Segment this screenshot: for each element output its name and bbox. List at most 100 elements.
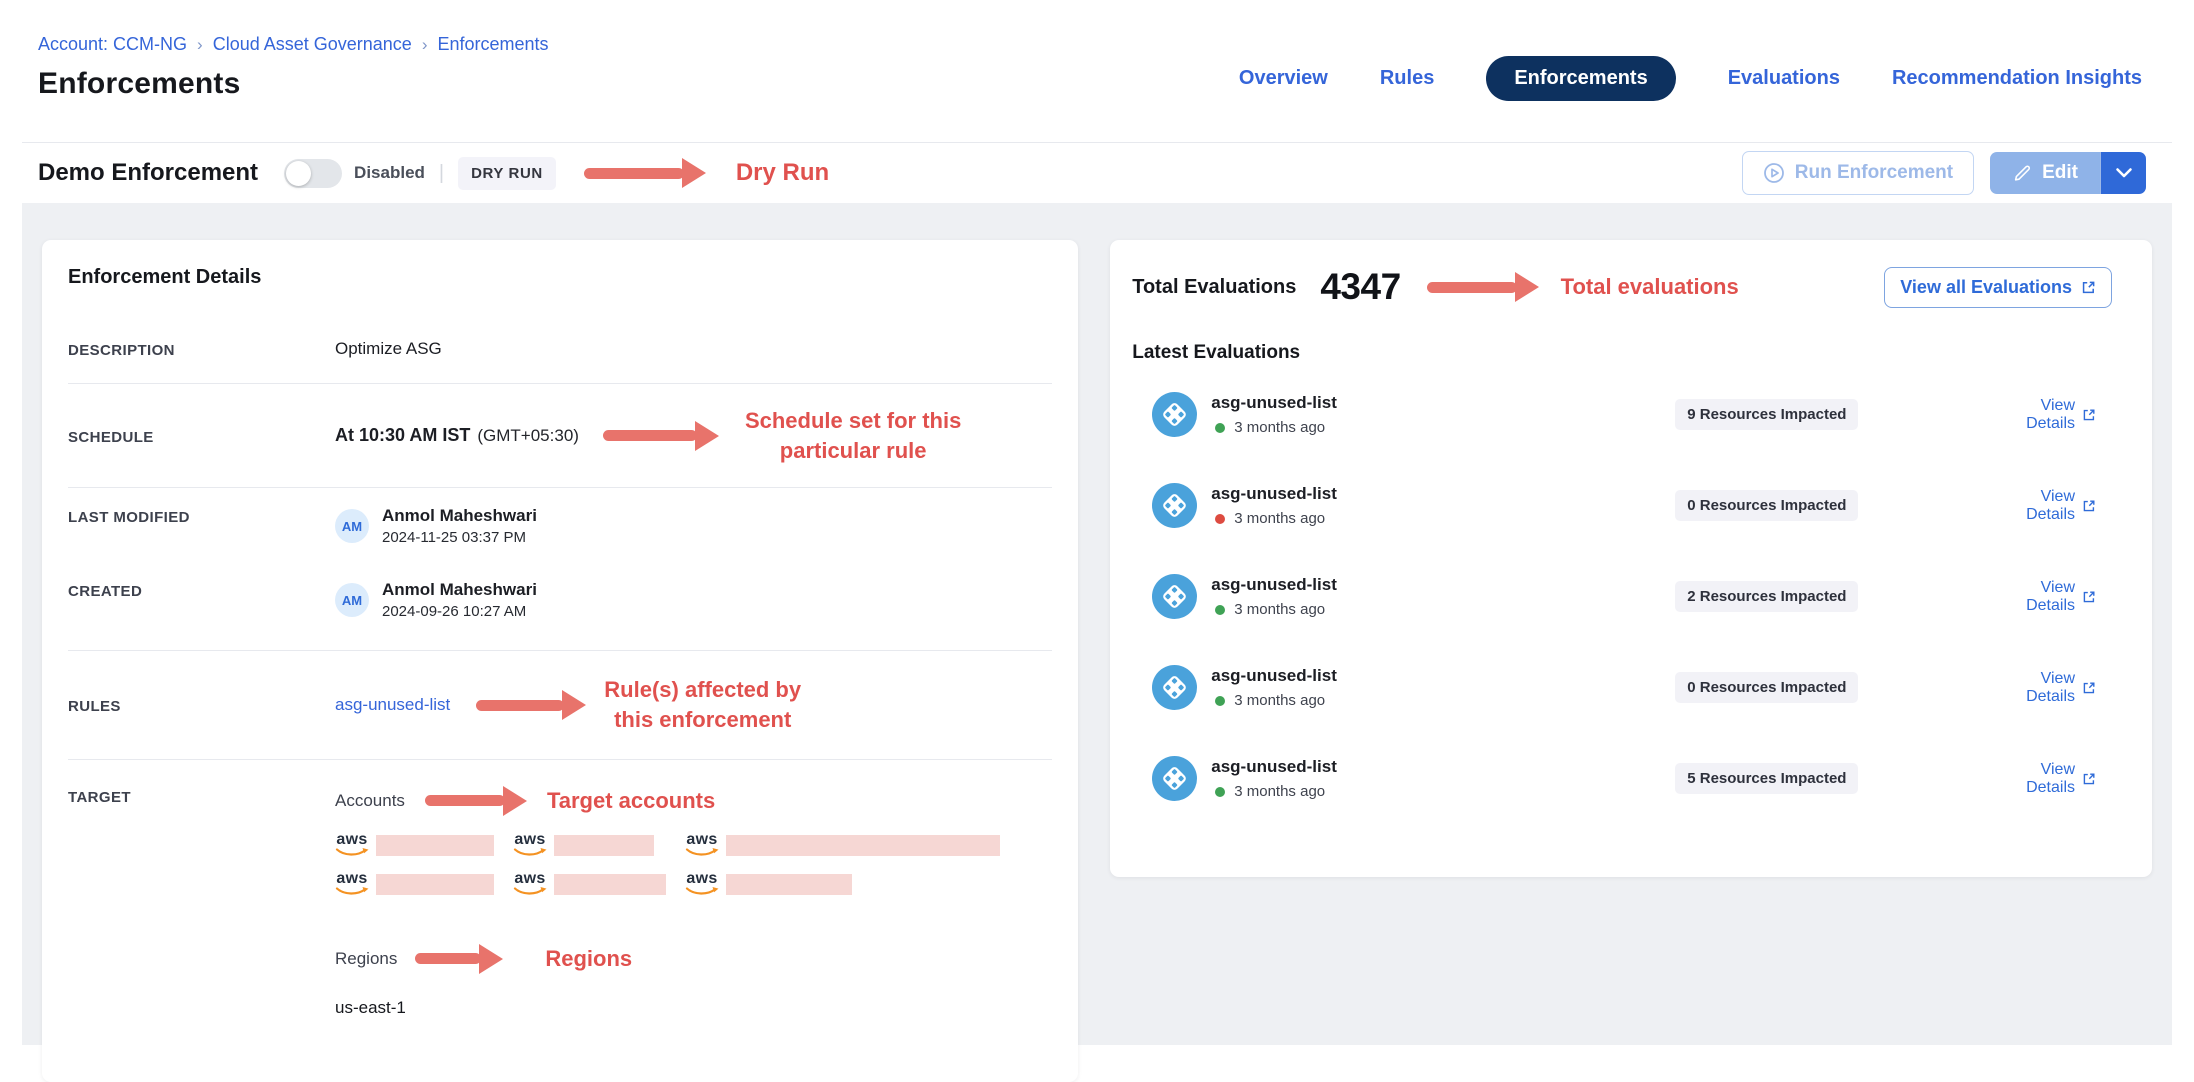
tab-rules[interactable]: Rules xyxy=(1380,67,1434,90)
status-dot xyxy=(1215,514,1225,524)
evaluation-rule-name: asg-unused-list xyxy=(1211,666,1641,686)
tab-overview[interactable]: Overview xyxy=(1239,67,1328,90)
status-dot xyxy=(1215,787,1225,797)
play-icon xyxy=(1763,162,1785,184)
evaluations-card: Total Evaluations 4347 Total evaluations… xyxy=(1110,240,2152,877)
view-all-evaluations-button[interactable]: View all Evaluations xyxy=(1884,267,2112,308)
asg-rule-icon xyxy=(1152,756,1197,801)
avatar: AM xyxy=(335,509,369,543)
rules-label: RULES xyxy=(68,695,335,715)
details-card-title: Enforcement Details xyxy=(68,266,1052,289)
aws-logo-icon: aws xyxy=(685,871,719,896)
toggle-knob xyxy=(286,161,311,186)
page-title: Enforcements xyxy=(38,67,549,101)
aws-accounts-grid: aws aws aws aws aws aws xyxy=(335,832,1052,896)
regions-annotation: Regions xyxy=(545,946,632,972)
enforcement-name: Demo Enforcement xyxy=(38,159,258,187)
page: Account: CCM-NG › Cloud Asset Governance… xyxy=(0,0,2194,1082)
evaluation-row: asg-unused-list 3 months ago 9 Resources… xyxy=(1110,392,2152,437)
description-label: DESCRIPTION xyxy=(68,339,335,359)
status-dot xyxy=(1215,605,1225,615)
edit-dropdown-button[interactable] xyxy=(2100,152,2146,194)
target-section: TARGET Accounts Target accounts aws aws xyxy=(68,760,1052,1042)
aws-logo-icon: aws xyxy=(335,871,369,896)
enforcement-header: Demo Enforcement Disabled | DRY RUN Dry … xyxy=(22,143,2172,203)
external-link-icon xyxy=(2082,590,2096,604)
regions-label: Regions xyxy=(335,949,397,969)
breadcrumb-enforcements[interactable]: Enforcements xyxy=(438,34,549,55)
view-details-link[interactable]: View Details xyxy=(2015,488,2096,524)
avatar: AM xyxy=(335,583,369,617)
status-dot xyxy=(1215,423,1225,433)
dry-run-badge: DRY RUN xyxy=(458,157,556,190)
target-label: TARGET xyxy=(68,786,335,1018)
enabled-toggle[interactable] xyxy=(284,159,342,188)
schedule-timezone: (GMT+05:30) xyxy=(477,426,579,446)
description-value: Optimize ASG xyxy=(335,339,1052,359)
accounts-annotation: Target accounts xyxy=(547,788,715,814)
schedule-value: At 10:30 AM IST xyxy=(335,425,470,446)
breadcrumb-separator-icon: › xyxy=(197,35,203,55)
resources-impacted-badge: 9 Resources Impacted xyxy=(1675,399,1858,430)
evaluation-time: 3 months ago xyxy=(1234,783,1325,800)
asg-rule-icon xyxy=(1152,392,1197,437)
view-details-link[interactable]: View Details xyxy=(2015,670,2096,706)
aws-account-item: aws xyxy=(335,871,513,896)
run-enforcement-button[interactable]: Run Enforcement xyxy=(1742,151,1974,195)
annotation-arrow xyxy=(476,690,586,720)
evaluation-time: 3 months ago xyxy=(1234,510,1325,527)
redacted-account-name xyxy=(726,835,1000,856)
resources-impacted-badge: 2 Resources Impacted xyxy=(1675,581,1858,612)
evaluations-list: asg-unused-list 3 months ago 9 Resources… xyxy=(1110,392,2152,801)
region-value: us-east-1 xyxy=(335,998,1052,1018)
evaluation-row: asg-unused-list 3 months ago 0 Resources… xyxy=(1110,483,2152,528)
external-link-icon xyxy=(2082,499,2096,513)
breadcrumb-account[interactable]: Account: CCM-NG xyxy=(38,34,187,55)
edit-button[interactable]: Edit xyxy=(1990,152,2100,194)
annotation-arrow xyxy=(603,421,719,451)
view-details-link[interactable]: View Details xyxy=(2015,397,2096,433)
aws-logo-icon: aws xyxy=(685,832,719,857)
redacted-account-name xyxy=(376,874,494,895)
chevron-down-icon xyxy=(2115,167,2133,179)
created-date: 2024-09-26 10:27 AM xyxy=(382,603,537,620)
evaluation-row: asg-unused-list 3 months ago 5 Resources… xyxy=(1110,756,2152,801)
view-details-link[interactable]: View Details xyxy=(2015,761,2096,797)
tab-enforcements[interactable]: Enforcements xyxy=(1486,56,1675,101)
last-modified-date: 2024-11-25 03:37 PM xyxy=(382,529,537,546)
resources-impacted-badge: 0 Resources Impacted xyxy=(1675,490,1858,521)
toggle-state-label: Disabled xyxy=(354,163,425,183)
total-evaluations-label: Total Evaluations xyxy=(1132,276,1296,299)
rules-section: RULES asg-unused-list Rule(s) affected b… xyxy=(68,651,1052,759)
created-label: CREATED xyxy=(68,580,335,620)
external-link-icon xyxy=(2082,772,2096,786)
enforcement-details-card: Enforcement Details DESCRIPTION Optimize… xyxy=(42,240,1078,1082)
breadcrumb-separator-icon: › xyxy=(422,35,428,55)
evaluation-time: 3 months ago xyxy=(1234,692,1325,709)
schedule-annotation: Schedule set for this particular rule xyxy=(745,406,961,465)
content-area: Enforcement Details DESCRIPTION Optimize… xyxy=(22,203,2172,1045)
created-section: CREATED AM Anmol Maheshwari 2024-09-26 1… xyxy=(68,554,1052,651)
asg-rule-icon xyxy=(1152,665,1197,710)
aws-account-item: aws xyxy=(335,832,513,857)
evaluation-time: 3 months ago xyxy=(1234,419,1325,436)
aws-logo-icon: aws xyxy=(513,832,547,857)
top-bar: Account: CCM-NG › Cloud Asset Governance… xyxy=(22,20,2172,142)
tab-bar: Overview Rules Enforcements Evaluations … xyxy=(1239,56,2142,101)
rule-link[interactable]: asg-unused-list xyxy=(335,695,450,715)
redacted-account-name xyxy=(554,874,666,895)
external-link-icon xyxy=(2082,408,2096,422)
status-dot xyxy=(1215,696,1225,706)
resources-impacted-badge: 5 Resources Impacted xyxy=(1675,763,1858,794)
evaluation-rule-name: asg-unused-list xyxy=(1211,757,1641,777)
total-evaluations-value: 4347 xyxy=(1320,266,1400,308)
tab-evaluations[interactable]: Evaluations xyxy=(1728,67,1840,90)
last-modified-label: LAST MODIFIED xyxy=(68,506,335,546)
view-details-link[interactable]: View Details xyxy=(2015,579,2096,615)
aws-account-item: aws xyxy=(685,832,1052,857)
breadcrumb: Account: CCM-NG › Cloud Asset Governance… xyxy=(38,34,549,55)
rules-annotation: Rule(s) affected by this enforcement xyxy=(604,675,801,734)
breadcrumb-governance[interactable]: Cloud Asset Governance xyxy=(213,34,412,55)
evaluation-row: asg-unused-list 3 months ago 0 Resources… xyxy=(1110,665,2152,710)
tab-recommendation-insights[interactable]: Recommendation Insights xyxy=(1892,67,2142,90)
